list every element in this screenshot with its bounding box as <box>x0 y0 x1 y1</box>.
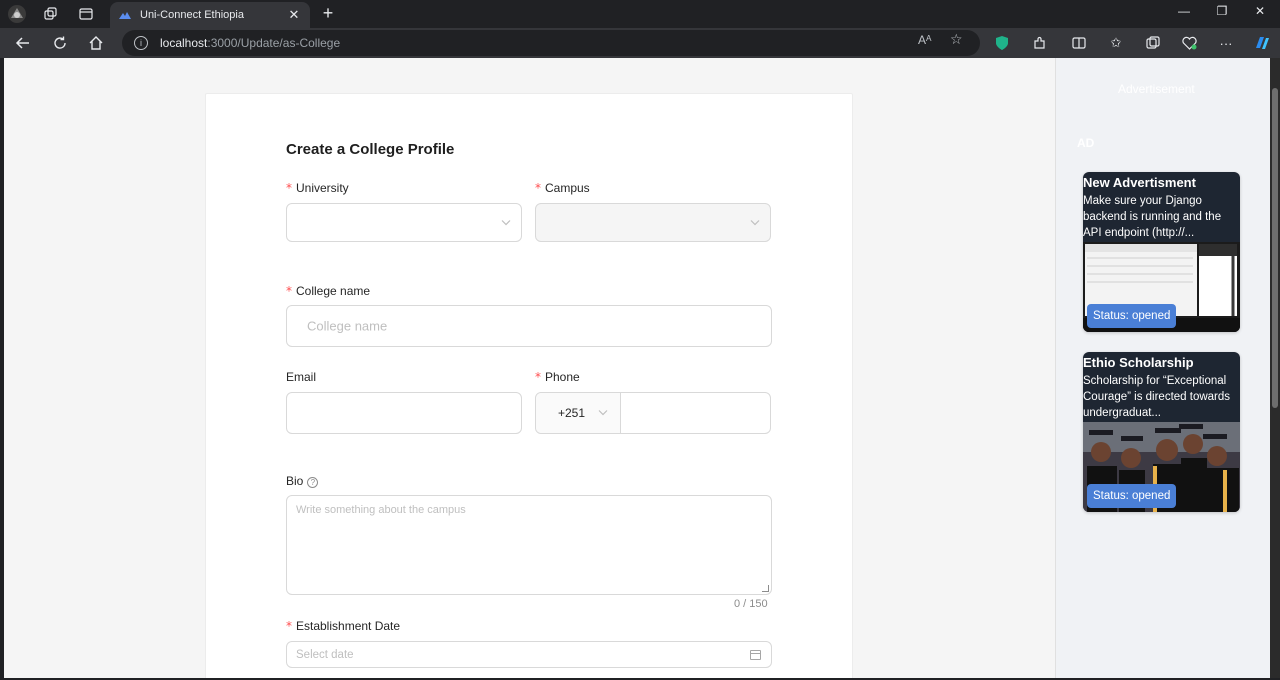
browser-toolbar: i localhost:3000/Update/as-College Aᴬ ☆ … <box>0 28 1280 58</box>
establishment-date-label: * Establishment Date <box>286 619 400 633</box>
bio-label-text: Bio <box>286 474 304 488</box>
phone-input-group: +251 <box>535 392 771 434</box>
minimize-icon[interactable]: — <box>1174 4 1194 18</box>
country-code-select[interactable]: +251 <box>536 393 621 433</box>
college-name-label: * College name <box>286 284 370 298</box>
bio-textarea[interactable]: Write something about the campus <box>286 495 772 595</box>
advertisement-sidebar: Advertisement AD New Advertisment Make s… <box>1055 58 1270 678</box>
ad-title: New Advertisment <box>1083 175 1196 190</box>
university-label: * University <box>286 181 349 195</box>
site-favicon-icon <box>119 12 131 19</box>
bio-label: Bio? <box>286 474 319 488</box>
address-bar[interactable]: i localhost:3000/Update/as-College <box>122 30 980 56</box>
required-mark: * <box>286 181 292 195</box>
browser-essentials-icon[interactable] <box>1179 33 1199 53</box>
university-label-text: University <box>296 181 349 195</box>
campus-label: * Campus <box>535 181 590 195</box>
tab-actions-icon[interactable] <box>75 4 97 24</box>
ad-status-badge: Status: opened <box>1087 484 1177 508</box>
read-aloud-icon[interactable]: Aᴬ <box>918 33 931 47</box>
question-circle-icon[interactable]: ? <box>307 477 319 488</box>
phone-label-text: Phone <box>545 370 580 384</box>
page-viewport: Create a College Profile * University * Ca… <box>4 58 1270 678</box>
site-info-icon[interactable]: i <box>134 36 148 50</box>
advertisement-heading: Advertisement <box>1118 82 1195 96</box>
campus-label-text: Campus <box>545 181 590 195</box>
chevron-down-icon <box>598 408 608 419</box>
home-icon[interactable] <box>85 32 107 54</box>
ad-description: Make sure your Django backend is running… <box>1083 195 1222 239</box>
ad-title: Ethio Scholarship <box>1083 355 1194 370</box>
refresh-icon[interactable] <box>49 32 71 54</box>
bio-placeholder: Write something about the campus <box>296 504 466 516</box>
university-select[interactable] <box>286 203 522 242</box>
main-content: Create a College Profile * University * Ca… <box>4 58 1055 678</box>
college-profile-form-card: Create a College Profile * University * Ca… <box>205 93 853 678</box>
form-title: Create a College Profile <box>286 141 455 158</box>
college-name-input[interactable]: College name <box>286 305 772 347</box>
new-tab-icon[interactable]: + <box>318 3 338 24</box>
tab-uni-connect[interactable]: Uni-Connect Ethiopia ✕ <box>110 2 310 28</box>
ad-card-ethio-scholarship[interactable]: Ethio Scholarship Scholarship for “Excep… <box>1083 352 1240 512</box>
favorite-star-icon[interactable]: ☆ <box>950 31 963 48</box>
chevron-down-icon <box>501 217 511 228</box>
required-mark: * <box>535 370 541 384</box>
copilot-icon[interactable] <box>1252 33 1272 53</box>
date-placeholder: Select date <box>296 648 354 661</box>
email-input[interactable] <box>286 392 522 434</box>
tab-title: Uni-Connect Ethiopia <box>140 9 244 21</box>
workspaces-icon[interactable] <box>40 4 62 24</box>
resize-handle-icon[interactable] <box>762 585 769 592</box>
scrollbar-thumb[interactable] <box>1272 88 1278 408</box>
required-mark: * <box>286 284 292 298</box>
more-menu-icon[interactable]: ··· <box>1216 33 1236 53</box>
chevron-down-icon <box>750 217 760 228</box>
establishment-date-picker[interactable]: Select date <box>286 641 772 668</box>
email-label: Email <box>286 370 317 384</box>
required-mark: * <box>535 181 541 195</box>
page-scrollbar[interactable] <box>1270 58 1280 678</box>
ad-tag: AD <box>1077 136 1095 150</box>
ad-status-badge: Status: opened <box>1087 304 1177 328</box>
favorites-icon[interactable]: ✩ <box>1106 33 1126 53</box>
college-name-label-text: College name <box>296 284 371 298</box>
close-tab-icon[interactable]: ✕ <box>286 7 302 23</box>
ad-description: Scholarship for “Exceptional Courage” is… <box>1083 375 1231 419</box>
shield-extension-icon[interactable] <box>992 33 1012 53</box>
restore-icon[interactable]: ❐ <box>1212 4 1232 18</box>
college-name-placeholder: College name <box>307 318 388 334</box>
extensions-icon[interactable] <box>1030 33 1050 53</box>
required-mark: * <box>286 619 292 633</box>
collections-icon[interactable] <box>1143 33 1163 53</box>
split-screen-icon[interactable] <box>1069 33 1089 53</box>
back-icon[interactable] <box>12 32 34 54</box>
phone-number-input[interactable] <box>622 393 770 433</box>
close-window-icon[interactable]: ✕ <box>1250 4 1270 18</box>
browser-tab-bar: Uni-Connect Ethiopia ✕ + — ❐ ✕ <box>0 0 1280 28</box>
establishment-date-label-text: Establishment Date <box>296 619 401 633</box>
phone-label: * Phone <box>535 370 580 384</box>
profile-avatar-icon[interactable] <box>6 4 28 24</box>
ad-card-new-advertisment[interactable]: New Advertisment Make sure your Django b… <box>1083 172 1240 332</box>
campus-select[interactable] <box>535 203 771 242</box>
url-host: localhost <box>160 36 208 50</box>
country-code-value: +251 <box>558 406 586 420</box>
bio-character-counter: 0 / 150 <box>734 598 768 610</box>
calendar-icon <box>750 649 761 660</box>
url-path: :3000/Update/as-College <box>207 36 341 50</box>
